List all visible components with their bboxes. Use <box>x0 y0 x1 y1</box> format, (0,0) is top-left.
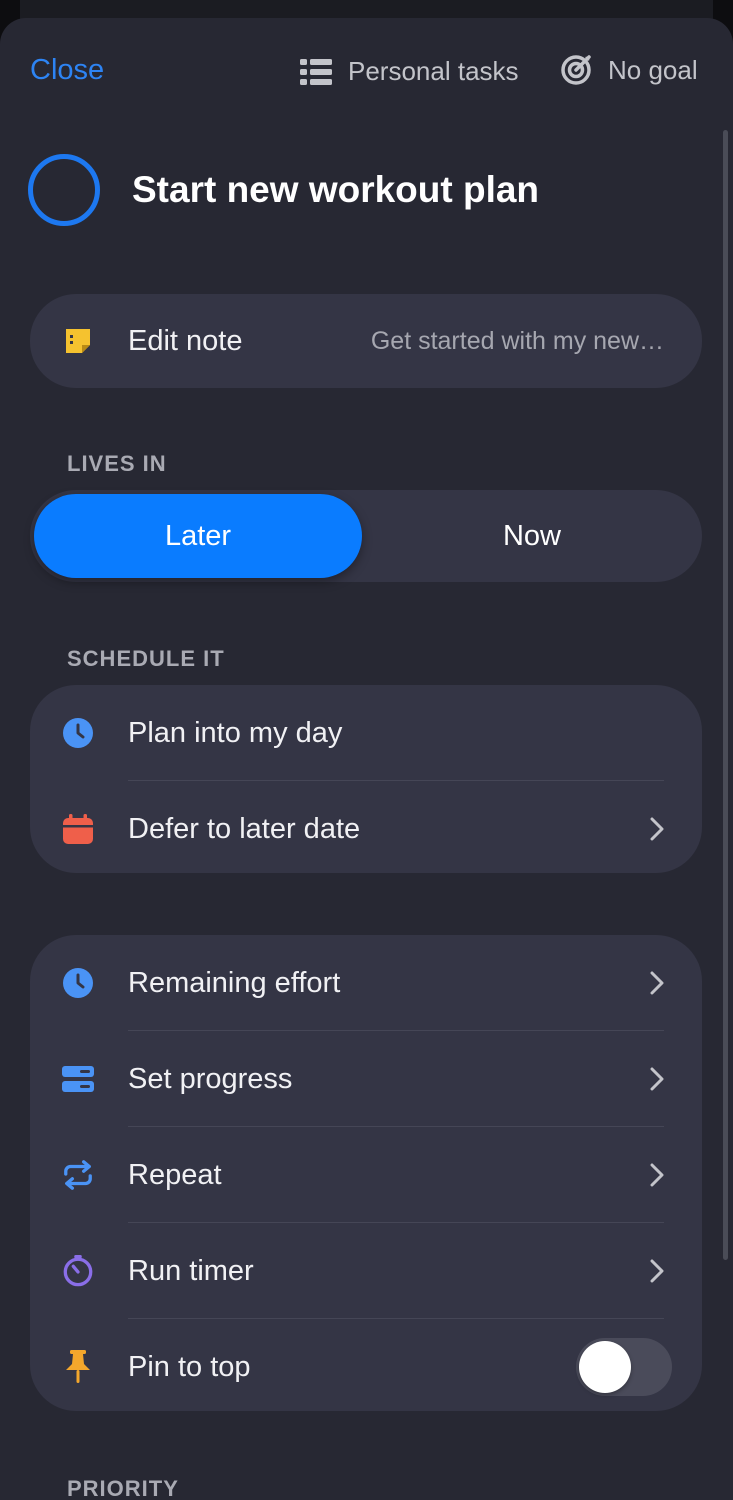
lives-in-segmented-control: Later Now <box>30 490 702 582</box>
schedule-card: Plan into my day Defer to later date <box>30 685 702 873</box>
remaining-effort-label: Remaining effort <box>128 966 341 999</box>
note-preview: Get started with my new… <box>370 326 664 355</box>
complete-checkbox[interactable] <box>28 154 100 226</box>
target-icon <box>561 55 591 85</box>
plan-into-my-day-label: Plan into my day <box>128 716 343 749</box>
run-timer-label: Run timer <box>128 1254 254 1287</box>
chevron-right-icon <box>650 1163 664 1187</box>
segment-later[interactable]: Later <box>34 494 362 578</box>
note-icon <box>62 325 94 357</box>
task-title-row: Start new workout plan <box>28 154 539 226</box>
timer-icon <box>62 1255 94 1287</box>
repeat-label: Repeat <box>128 1158 222 1191</box>
plan-into-my-day-row[interactable]: Plan into my day <box>30 685 702 781</box>
defer-to-later-date-row[interactable]: Defer to later date <box>30 781 702 877</box>
segment-now[interactable]: Now <box>366 494 698 578</box>
edit-note-row[interactable]: Edit note Get started with my new… <box>30 294 702 388</box>
top-bar: Close Personal tasks No goal <box>0 18 733 118</box>
chevron-right-icon <box>650 1259 664 1283</box>
close-button[interactable]: Close <box>30 54 104 87</box>
repeat-icon <box>62 1159 94 1191</box>
set-progress-row[interactable]: Set progress <box>30 1031 702 1127</box>
repeat-row[interactable]: Repeat <box>30 1127 702 1223</box>
chevron-right-icon <box>650 971 664 995</box>
lives-in-section-label: LIVES IN <box>67 451 167 476</box>
priority-section-label: PRIORITY <box>67 1476 179 1500</box>
scrollbar[interactable] <box>723 130 728 1260</box>
chevron-right-icon <box>650 817 664 841</box>
list-selector-button[interactable]: Personal tasks <box>300 56 519 87</box>
task-detail-sheet: Close Personal tasks No goal Start new w… <box>0 18 733 1500</box>
calendar-icon <box>62 813 94 845</box>
edit-note-label: Edit note <box>128 324 243 357</box>
pin-icon <box>62 1350 94 1383</box>
run-timer-row[interactable]: Run timer <box>30 1223 702 1319</box>
details-card: Remaining effort Set progress Repeat Run… <box>30 935 702 1411</box>
clock-icon <box>62 717 94 749</box>
chevron-right-icon <box>650 1067 664 1091</box>
remaining-effort-row[interactable]: Remaining effort <box>30 935 702 1031</box>
set-progress-label: Set progress <box>128 1062 293 1095</box>
clock-icon <box>62 967 94 999</box>
defer-to-later-date-label: Defer to later date <box>128 812 361 845</box>
goal-label: No goal <box>608 54 698 85</box>
goal-selector-button[interactable]: No goal <box>560 54 698 86</box>
list-label: Personal tasks <box>348 56 519 86</box>
schedule-section-label: SCHEDULE IT <box>67 646 225 671</box>
progress-icon <box>62 1063 94 1095</box>
task-title[interactable]: Start new workout plan <box>132 169 539 211</box>
toggle-knob <box>579 1341 631 1393</box>
list-icon <box>300 58 332 85</box>
pin-to-top-toggle[interactable] <box>576 1338 672 1396</box>
pin-to-top-label: Pin to top <box>128 1350 251 1383</box>
pin-to-top-row: Pin to top <box>30 1319 702 1415</box>
